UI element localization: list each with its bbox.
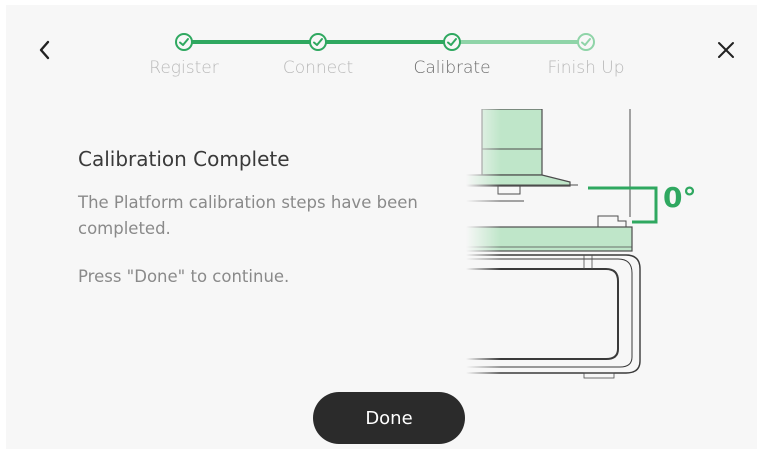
step-label-calibrate: Calibrate <box>413 58 491 78</box>
step-label-finish-up: Finish Up <box>547 58 625 78</box>
step-label-connect: Connect <box>282 58 354 78</box>
step-complete-icon <box>175 33 193 51</box>
step-connector <box>184 40 318 44</box>
step-connector <box>318 40 452 44</box>
step-pending-icon <box>577 33 595 51</box>
dialog-hint: Press "Done" to continue. <box>78 267 290 286</box>
step-label-register: Register <box>149 58 219 78</box>
step-connector <box>452 40 586 44</box>
platform-calibration-illustration <box>466 109 756 379</box>
dialog-title: Calibration Complete <box>78 147 290 171</box>
angle-readout: 0° <box>663 181 697 214</box>
progress-stepper: Register Connect Calibrate Finish Up <box>6 5 757 95</box>
done-button[interactable]: Done <box>313 392 465 444</box>
calibration-dialog: Register Connect Calibrate Finish Up Cal… <box>6 5 757 449</box>
step-complete-icon <box>443 33 461 51</box>
step-complete-icon <box>309 33 327 51</box>
dialog-description: The Platform calibration steps have been… <box>78 193 418 238</box>
